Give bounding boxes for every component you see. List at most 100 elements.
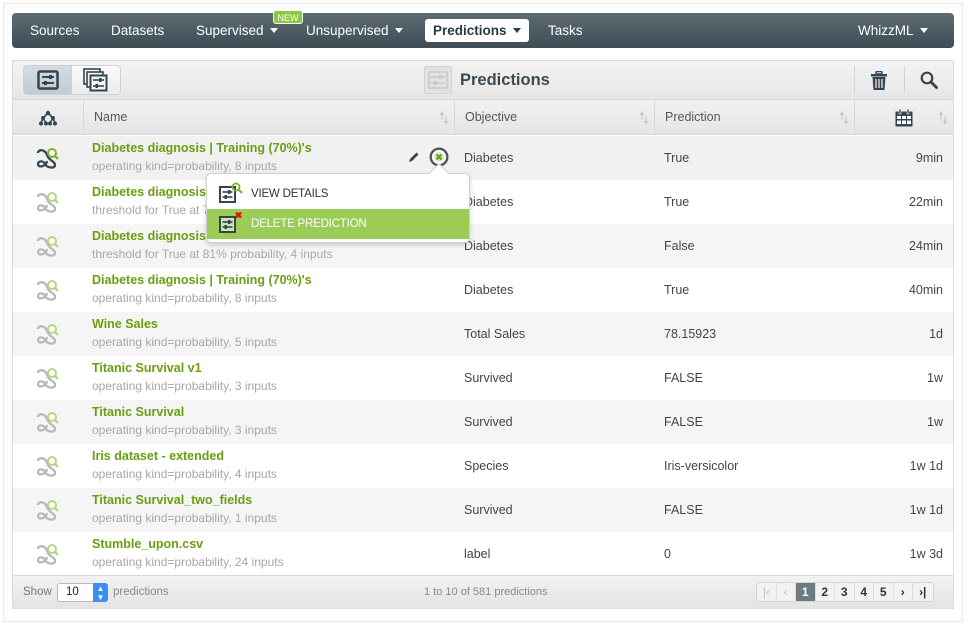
objective-cell: Diabetes (464, 151, 514, 165)
chevron-down-icon (269, 27, 278, 33)
nav-whizzml[interactable]: WhizzML (858, 13, 928, 48)
objective-cell: Diabetes (464, 283, 514, 297)
prediction-type-icon (35, 323, 59, 348)
page-title-wrap: Predictions (424, 65, 550, 95)
table-row[interactable]: Diabetes diagnosis | Training (70%)'s op… (13, 136, 953, 180)
prediction-description: operating kind=probability, 24 inputs (92, 555, 284, 569)
prediction-description: operating kind=probability, 8 inputs (92, 291, 277, 305)
prediction-icon (36, 70, 59, 90)
column-header-objective[interactable]: Objective (455, 100, 655, 135)
menu-item-label: VIEW DETAILS (251, 188, 329, 200)
prediction-description: operating kind=probability, 1 inputs (92, 511, 277, 525)
nav-sources[interactable]: Sources (30, 13, 80, 48)
age-cell: 1d (929, 327, 943, 341)
page-button[interactable]: 2 (816, 583, 835, 601)
age-cell: 9min (915, 151, 943, 165)
search-button[interactable] (906, 65, 952, 95)
menu-item-label: DELETE PREDICTION (251, 218, 367, 230)
page-title: Predictions (460, 70, 550, 89)
prediction-cell: True (664, 195, 690, 209)
prediction-name-link[interactable]: Diabetes diagnosis | Training (70%)'s (92, 141, 312, 155)
table-row[interactable]: Titanic Survival_two_fields operating ki… (13, 488, 953, 532)
row-context-menu: VIEW DETAILS DELETE PREDICTION (206, 163, 470, 243)
prediction-cell: True (664, 151, 690, 165)
column-header-prediction-label: Prediction (665, 110, 721, 124)
age-cell: 1w (927, 415, 943, 429)
nav-predictions-label: Predictions (433, 23, 507, 38)
table-row[interactable]: Stumble_upon.csv operating kind=probabil… (13, 532, 953, 576)
page-button[interactable]: 4 (855, 583, 874, 601)
age-cell: 1w 1d (909, 503, 943, 517)
nav-datasets[interactable]: Datasets (111, 13, 164, 48)
delete-button[interactable] (856, 65, 902, 95)
prediction-cell: FALSE (664, 503, 703, 517)
toolbar-divider (904, 67, 905, 93)
prediction-description: operating kind=probability, 5 inputs (92, 335, 277, 349)
table-row[interactable]: Titanic Survival operating kind=probabil… (13, 400, 953, 444)
sort-icon (840, 111, 848, 125)
column-header-prediction[interactable]: Prediction (655, 100, 855, 135)
table-row[interactable]: Iris dataset - extended operating kind=p… (13, 444, 953, 488)
column-header-name[interactable]: Name (84, 100, 455, 135)
predictions-panel: Predictions Name Objective Prediction Di… (12, 60, 954, 609)
age-cell: 1w 3d (909, 547, 943, 561)
table-row[interactable]: Diabetes diagnosis | Training (70%)'s th… (13, 224, 953, 268)
objective-cell: Total Sales (464, 327, 526, 341)
prediction-name-link[interactable]: Wine Sales (92, 317, 158, 331)
column-header-name-label: Name (94, 110, 128, 124)
nav-tasks-label: Tasks (548, 23, 583, 38)
single-predictions-view-button[interactable] (23, 65, 72, 95)
search-icon (920, 71, 938, 89)
next-page-button[interactable]: › (894, 583, 913, 601)
prediction-type-icon (35, 543, 59, 568)
prediction-name-link[interactable]: Stumble_upon.csv (92, 537, 203, 551)
toolbar-divider (854, 67, 855, 93)
last-page-button[interactable]: ›| (913, 583, 933, 601)
prediction-type-icon (35, 455, 59, 480)
prediction-type-icon (35, 191, 59, 216)
page-button[interactable]: 3 (835, 583, 855, 601)
menu-item-delete-prediction[interactable]: DELETE PREDICTION (207, 209, 469, 239)
age-cell: 24min (908, 239, 943, 253)
page-button[interactable]: 5 (874, 583, 894, 601)
nav-tasks[interactable]: Tasks (548, 13, 583, 48)
table-row[interactable]: Titanic Survival v1 operating kind=proba… (13, 356, 953, 400)
sort-icon (640, 111, 648, 125)
chevron-down-icon (512, 27, 521, 33)
sort-icon (939, 111, 947, 125)
batch-predictions-view-button[interactable] (72, 65, 121, 95)
column-header-type[interactable] (13, 100, 84, 135)
prediction-name-link[interactable]: Iris dataset - extended (92, 449, 224, 463)
nav-datasets-label: Datasets (111, 23, 165, 38)
prediction-cell: False (664, 239, 695, 253)
nav-predictions[interactable]: Predictions (425, 19, 529, 42)
prediction-name-link[interactable]: Titanic Survival (92, 405, 184, 419)
prediction-type-icon (35, 235, 59, 260)
nav-supervised[interactable]: Supervised (196, 13, 278, 48)
prediction-description: threshold for True at 81% probability, 4… (92, 247, 333, 261)
prediction-name-link[interactable]: Diabetes diagnosis | Training (70%)'s (92, 273, 312, 287)
edit-pencil-icon[interactable] (408, 151, 420, 163)
prev-page-button[interactable]: ‹ (777, 583, 796, 601)
prediction-description: operating kind=probability, 4 inputs (92, 467, 277, 481)
prediction-description: operating kind=probability, 3 inputs (92, 423, 277, 437)
page-button[interactable]: 1 (796, 583, 816, 601)
table-row[interactable]: Diabetes diagnosis | Training (70%)'s op… (13, 268, 953, 312)
prediction-type-icon (35, 147, 59, 172)
first-page-button[interactable]: |‹ (757, 583, 777, 601)
prediction-name-link[interactable]: Titanic Survival_two_fields (92, 493, 252, 507)
nav-supervised-label: Supervised (196, 23, 264, 38)
table-row[interactable]: Wine Sales operating kind=probability, 5… (13, 312, 953, 356)
prediction-name-link[interactable]: Titanic Survival v1 (92, 361, 202, 375)
table-footer: Show 10 ▲ ▼ predictions 1 to 10 of 581 pr… (13, 575, 953, 608)
range-info: 1 to 10 of 581 predictions (424, 586, 548, 598)
nav-unsupervised[interactable]: Unsupervised (306, 13, 403, 48)
column-header-age[interactable] (855, 100, 953, 135)
menu-item-view-details[interactable]: VIEW DETAILS (207, 179, 469, 209)
row-actions (408, 147, 449, 167)
nav-unsupervised-label: Unsupervised (306, 23, 389, 38)
table-row[interactable]: Diabetes diagnosis | Training (70%)'s th… (13, 180, 953, 224)
batch-prediction-icon (83, 68, 108, 92)
age-cell: 22min (908, 195, 943, 209)
page-size-select[interactable]: 10 ▲ ▼ (57, 583, 108, 602)
